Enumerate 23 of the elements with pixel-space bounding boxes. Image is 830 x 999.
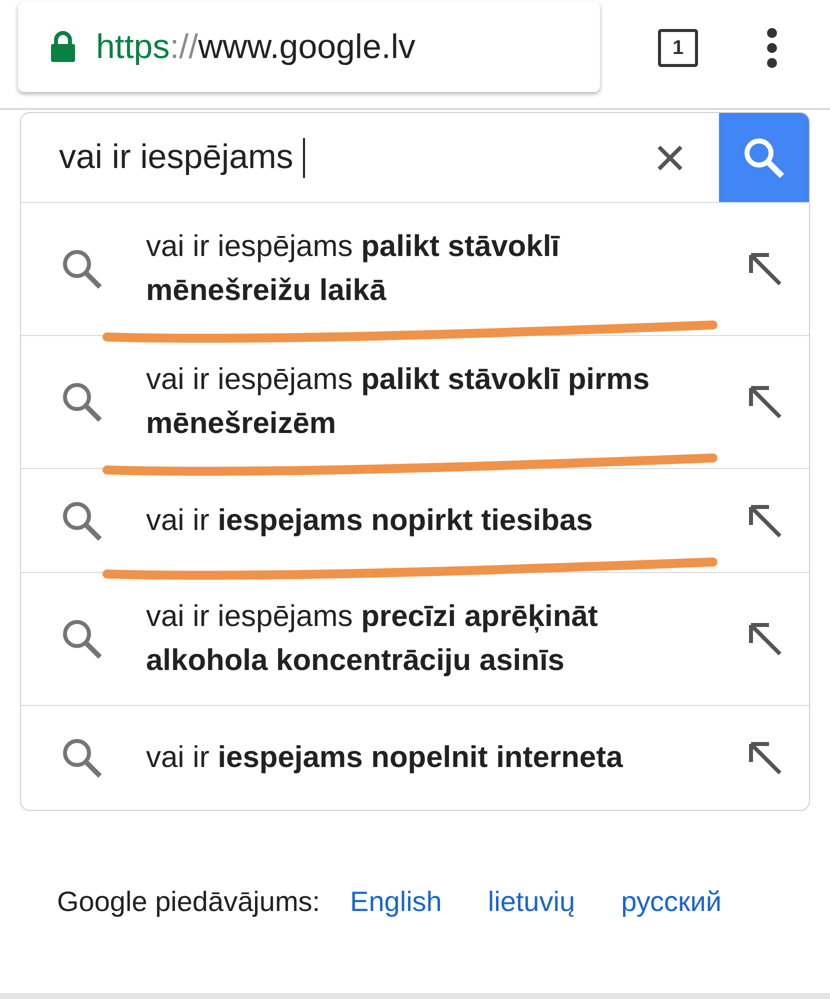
language-link[interactable]: русский — [621, 881, 722, 923]
url-text: https://www.google.lv — [96, 26, 416, 68]
clear-icon[interactable] — [657, 144, 683, 170]
language-link[interactable]: lietuvių — [488, 881, 576, 923]
lock-icon — [50, 31, 76, 63]
suggestion-text[interactable]: vai ir iespējams palikt stāvoklī mēnešreižu laikā — [146, 225, 661, 313]
search-button[interactable] — [719, 113, 809, 202]
search-icon — [61, 248, 103, 290]
search-icon — [61, 381, 103, 423]
search-icon — [61, 500, 103, 542]
search-icon — [61, 618, 103, 660]
menu-icon[interactable] — [766, 28, 778, 68]
suggestion-text[interactable]: vai ir iespējams palikt stāvoklī pirms mēnešreizēm — [146, 358, 661, 446]
suggestion-text[interactable]: vai ir iespejams nopirkt tiesibas — [146, 498, 661, 542]
footer-label: Google piedāvājums: — [57, 885, 320, 919]
language-link[interactable]: English — [350, 881, 442, 923]
address-bar[interactable]: https://www.google.lv — [18, 2, 600, 92]
search-field[interactable]: vai ir iespējams — [21, 113, 657, 202]
search-icon — [61, 737, 103, 779]
tab-count-button[interactable]: 1 — [658, 29, 698, 67]
search-icon — [743, 136, 785, 178]
suggestion-text[interactable]: vai ir iespējams precīzi aprēķināt alkohola koncentrāciju asinīs — [146, 595, 661, 683]
suggestion-text[interactable]: vai ir iespejams nopelnit interneta — [146, 736, 661, 780]
